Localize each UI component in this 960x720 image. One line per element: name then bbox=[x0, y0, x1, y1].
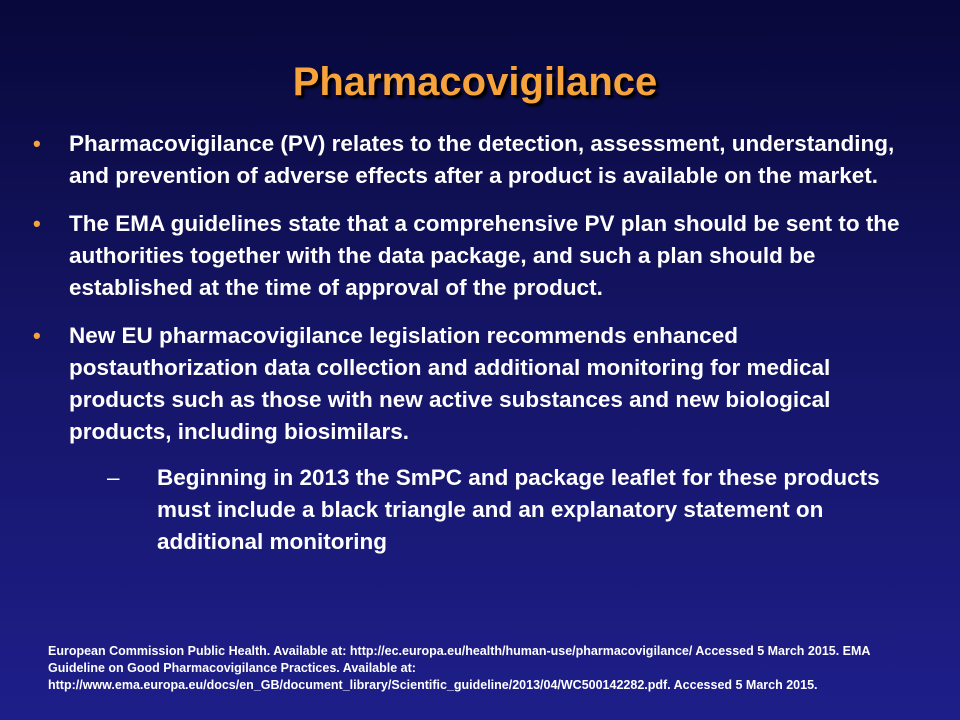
bullet-item: • Pharmacovigilance (PV) relates to the … bbox=[33, 128, 923, 192]
sub-bullet-item: – Beginning in 2013 the SmPC and package… bbox=[33, 462, 923, 558]
slide-title: Pharmacovigilance bbox=[292, 60, 658, 104]
bullet-marker: • bbox=[33, 211, 41, 236]
bullet-item: • The EMA guidelines state that a compre… bbox=[33, 208, 923, 304]
bullet-list: • Pharmacovigilance (PV) relates to the … bbox=[33, 128, 923, 558]
bullet-text: Pharmacovigilance (PV) relates to the de… bbox=[69, 131, 895, 188]
slide: Pharmacovigilance • Pharmacovigilance (P… bbox=[0, 0, 960, 720]
bullet-marker: • bbox=[33, 131, 41, 156]
bullet-text: New EU pharmacovigilance legislation rec… bbox=[69, 323, 831, 444]
bullet-item: • New EU pharmacovigilance legislation r… bbox=[33, 320, 923, 448]
reference-footnote: European Commission Public Health. Avail… bbox=[48, 644, 870, 692]
bullet-text: The EMA guidelines state that a comprehe… bbox=[69, 211, 900, 300]
sub-bullet-marker: – bbox=[107, 465, 120, 490]
sub-bullet-text: Beginning in 2013 the SmPC and package l… bbox=[157, 465, 880, 554]
bullet-marker: • bbox=[33, 323, 41, 348]
